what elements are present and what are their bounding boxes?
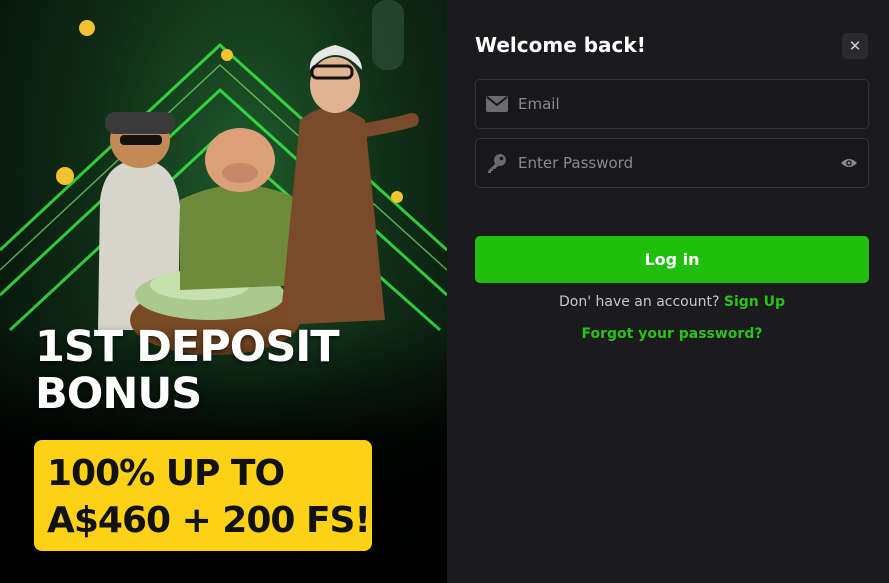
login-panel: Welcome back! ✕ Email Log in Don' have a…: [447, 0, 889, 583]
password-input[interactable]: [518, 139, 830, 187]
signup-link[interactable]: Sign Up: [724, 294, 785, 310]
forgot-password-link[interactable]: Forgot your password?: [447, 326, 889, 342]
password-field[interactable]: [475, 138, 869, 188]
promo-title-line2: BONUS: [35, 369, 202, 419]
character-right: [280, 45, 419, 325]
eye-icon[interactable]: [830, 139, 868, 187]
email-field[interactable]: [475, 79, 869, 129]
promo-banner: 1ST DEPOSIT BONUS 100% UP TO A$460 + 200…: [0, 0, 447, 583]
key-icon: [476, 139, 518, 187]
email-input[interactable]: [518, 80, 868, 128]
login-modal: 1ST DEPOSIT BONUS 100% UP TO A$460 + 200…: [0, 0, 889, 583]
close-icon: ✕: [848, 37, 862, 55]
login-heading: Welcome back!: [475, 33, 646, 57]
promo-title-line1: 1ST DEPOSIT: [35, 322, 340, 372]
signup-line: Don' have an account? Sign Up: [447, 294, 889, 310]
promo-title: 1ST DEPOSIT BONUS: [35, 324, 435, 418]
offer-badge: 100% UP TO A$460 + 200 FS!: [34, 440, 372, 551]
login-button[interactable]: Log in: [475, 236, 869, 283]
close-button[interactable]: ✕: [842, 33, 868, 59]
offer-line2: A$460 + 200 FS!: [47, 500, 371, 541]
offer-line1: 100% UP TO: [47, 453, 285, 494]
signup-prompt: Don' have an account?: [558, 294, 720, 310]
envelope-icon: [476, 80, 518, 128]
